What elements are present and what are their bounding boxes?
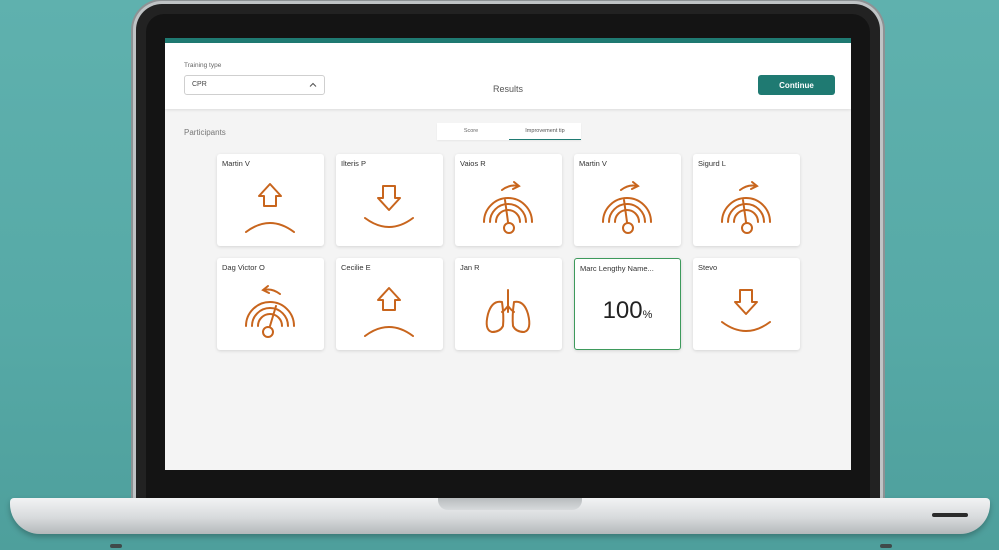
training-type-label: Training type <box>184 62 222 69</box>
participant-card[interactable]: Stevo <box>693 258 800 350</box>
chest-compress-down-arrow-icon <box>721 289 771 332</box>
participant-name: Martin V <box>579 159 607 168</box>
participant-name: Vaios R <box>460 159 486 168</box>
laptop-foot <box>880 544 892 548</box>
participant-name: Stevo <box>698 263 718 272</box>
laptop-indicator <box>932 513 968 517</box>
participant-card[interactable]: Ilteris P <box>336 154 443 246</box>
participant-name: Ilteris P <box>341 159 367 168</box>
app-screen: Training type CPR Results Continue Parti… <box>165 38 851 470</box>
participant-name: Sigurd L <box>698 159 726 168</box>
participant-card[interactable]: Cecilie E <box>336 258 443 350</box>
participant-card-selected[interactable]: Marc Lengthy Name... 100% <box>574 258 681 350</box>
tab-improvement-tip[interactable]: Improvement tip <box>509 123 581 140</box>
participant-name: Cecilie E <box>341 263 371 272</box>
score-number: 100 <box>602 297 643 324</box>
tab-score[interactable]: Score <box>437 123 505 140</box>
gauge-increase-icon <box>602 181 652 234</box>
laptop-foot <box>110 544 122 548</box>
header: Training type CPR Results Continue <box>165 43 851 109</box>
participant-name: Jan R <box>460 263 480 272</box>
participant-card[interactable]: Martin V <box>574 154 681 246</box>
gauge-increase-icon <box>483 181 533 234</box>
lungs-icon <box>485 289 531 333</box>
gauge-increase-icon <box>721 181 771 234</box>
participant-card[interactable]: Vaios R <box>455 154 562 246</box>
chest-compress-down-arrow-icon <box>364 185 414 228</box>
participant-card[interactable]: Jan R <box>455 258 562 350</box>
score-unit: % <box>642 309 653 321</box>
participant-card[interactable]: Dag Victor O <box>217 258 324 350</box>
chest-rise-up-arrow-icon <box>245 183 295 233</box>
participant-name: Dag Victor O <box>222 263 265 272</box>
gauge-decrease-icon <box>245 285 295 338</box>
chest-rise-up-arrow-icon <box>364 287 414 337</box>
participant-card[interactable]: Sigurd L <box>693 154 800 246</box>
page-title: Results <box>492 84 523 94</box>
score-value: 100% <box>575 297 680 325</box>
view-tabs: Score Improvement tip <box>437 123 581 140</box>
laptop-notch <box>438 498 582 510</box>
continue-button[interactable]: Continue <box>758 75 835 95</box>
participant-card[interactable]: Martin V <box>217 154 324 246</box>
participant-name: Martin V <box>222 159 250 168</box>
participant-name: Marc Lengthy Name... <box>580 264 654 273</box>
participants-label: Participants <box>184 128 226 137</box>
laptop-base <box>10 498 990 534</box>
